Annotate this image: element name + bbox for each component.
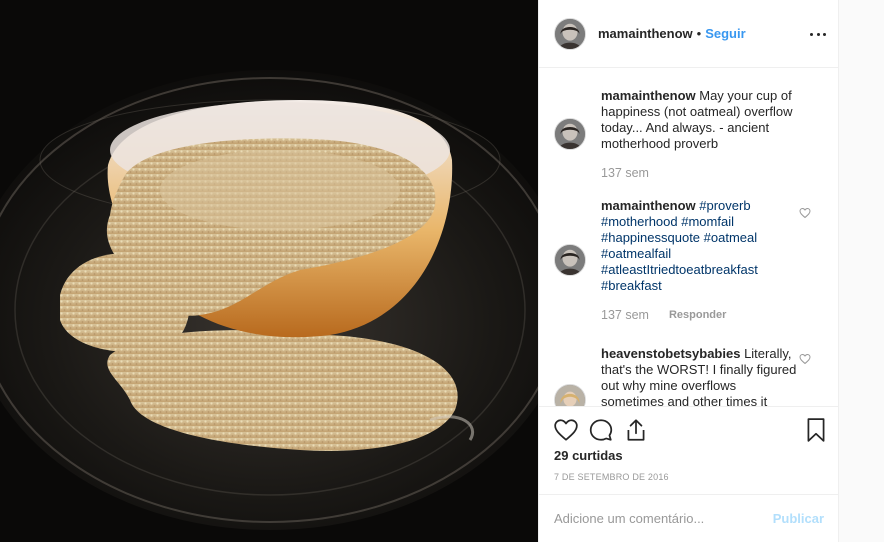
hashtag-link[interactable]: #oatmeal [704,230,757,245]
follower-avatar[interactable] [554,384,586,406]
page-background [839,0,884,542]
hashtag-text-block: mamainthenow #proverb #motherhood #momfa… [601,198,801,294]
more-options-icon[interactable] [810,26,826,42]
caption-avatar[interactable] [554,118,586,150]
comment-username[interactable]: mamainthenow [601,198,696,213]
like-comment-heart-icon[interactable] [799,353,811,365]
likes-count[interactable]: 29 curtidas [554,448,623,463]
like-heart-icon[interactable] [553,417,579,443]
post-header: mamainthenow • Seguir [539,0,839,68]
save-bookmark-icon[interactable] [803,417,829,443]
caption-comment: mamainthenow May your cup of happiness (… [554,88,824,180]
caption-text-block: mamainthenow May your cup of happiness (… [601,88,801,152]
add-comment-bar: Publicar [539,494,839,542]
follower-avatar-image [555,385,585,406]
comments-list[interactable]: mamainthenow May your cup of happiness (… [539,69,839,406]
hashtag-comment-avatar-image [555,245,585,275]
hashtag-link[interactable]: #momfail [681,214,734,229]
comment-username[interactable]: mamainthenow [601,88,696,103]
post-photo[interactable] [0,0,538,542]
comment-meta: 137 sem [601,166,824,180]
hashtag-link[interactable]: #motherhood [601,214,678,229]
hashtag-link[interactable]: #happinessquote [601,230,700,245]
hashtag-comment: mamainthenow #proverb #motherhood #momfa… [554,198,824,322]
author-avatar[interactable] [554,17,586,50]
comment-time[interactable]: 137 sem [601,166,649,180]
comment-time[interactable]: 137 sem [601,308,649,322]
hashtag-link[interactable]: #proverb [699,198,750,213]
follow-button[interactable]: Seguir [705,26,745,41]
post-actions: 29 curtidas 7 de setembro de 2016 [539,406,839,494]
publish-button[interactable]: Publicar [773,511,824,526]
author-username[interactable]: mamainthenow [598,26,693,41]
share-upload-icon[interactable] [623,417,649,443]
comment-meta: 137 sem Responder [601,308,824,322]
caption-avatar-image [555,119,585,149]
follower-text-block: heavenstobetsybabies Literally, that's t… [601,346,801,406]
like-comment-heart-icon[interactable] [799,207,811,219]
comment-input[interactable] [554,511,773,526]
hashtag-comment-avatar[interactable] [554,244,586,276]
author-avatar-image [555,18,585,49]
comment-username[interactable]: heavenstobetsybabies [601,346,740,361]
oatmeal-overflow-photo [0,0,538,542]
reply-button[interactable]: Responder [669,309,726,321]
follower-comment: heavenstobetsybabies Literally, that's t… [554,346,824,406]
comment-bubble-icon[interactable] [588,417,614,443]
hashtag-link[interactable]: #oatmealfail [601,246,671,261]
post-side-panel: mamainthenow • Seguir mamainthenow May y… [538,0,839,542]
hashtag-link[interactable]: #atleastItriedtoeatbreakfast [601,262,758,277]
hashtag-link[interactable]: #breakfast [601,278,662,293]
header-separator: • [696,26,702,41]
post-date[interactable]: 7 de setembro de 2016 [554,472,669,482]
